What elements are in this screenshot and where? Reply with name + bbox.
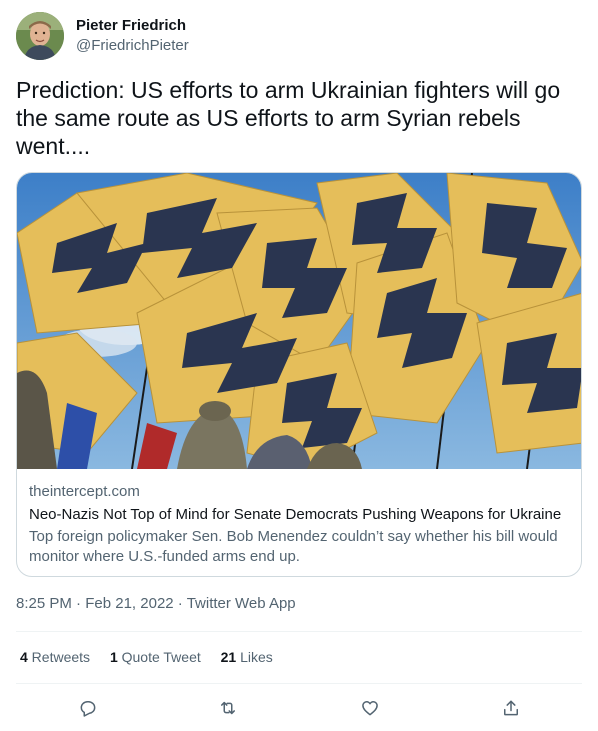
quote-tweets-stat[interactable]: 1 Quote Tweet <box>110 649 201 665</box>
share-button[interactable] <box>497 694 525 722</box>
link-card[interactable]: theintercept.com Neo-Nazis Not Top of Mi… <box>16 172 582 577</box>
tweet-time[interactable]: 8:25 PM <box>16 595 72 612</box>
card-body: theintercept.com Neo-Nazis Not Top of Mi… <box>29 482 574 567</box>
tweet-stats: 4 Retweets 1 Quote Tweet 21 Likes <box>20 648 289 666</box>
tweet-meta: 8:25 PM · Feb 21, 2022 · Twitter Web App <box>16 594 296 614</box>
retweets-label: Retweets <box>27 649 91 665</box>
like-button[interactable] <box>356 694 384 722</box>
like-icon <box>362 701 378 716</box>
card-description: Top foreign policymaker Sen. Bob Menende… <box>29 528 558 565</box>
meta-separator: · <box>173 595 187 612</box>
avatar[interactable] <box>16 12 64 60</box>
tweet-actions <box>16 694 582 722</box>
tweet-date[interactable]: Feb 21, 2022 <box>85 595 173 612</box>
tweet-header: Pieter Friedrich @FriedrichPieter <box>16 12 582 62</box>
author-display-name[interactable]: Pieter Friedrich <box>76 16 189 36</box>
retweets-count: 4 <box>20 649 28 665</box>
retweet-icon <box>221 701 235 715</box>
divider <box>16 631 582 632</box>
card-domain: theintercept.com <box>29 483 140 500</box>
card-title[interactable]: Neo-Nazis Not Top of Mind for Senate Dem… <box>29 505 574 525</box>
likes-stat[interactable]: 21 Likes <box>221 649 273 665</box>
retweets-stat[interactable]: 4 Retweets <box>20 649 90 665</box>
reply-icon <box>80 701 96 717</box>
likes-label: Likes <box>236 649 273 665</box>
quotes-label: Quote Tweet <box>117 649 201 665</box>
card-image[interactable] <box>17 173 581 469</box>
divider <box>16 683 582 684</box>
tweet-text: Prediction: US efforts to arm Ukrainian … <box>16 77 561 159</box>
meta-separator: · <box>71 595 86 612</box>
quotes-count: 1 <box>109 649 118 665</box>
reply-button[interactable] <box>74 694 102 722</box>
author-names: Pieter Friedrich @FriedrichPieter <box>76 16 189 56</box>
share-icon <box>504 700 518 716</box>
likes-count: 21 <box>220 649 237 665</box>
tweet-source[interactable]: Twitter Web App <box>187 595 296 612</box>
retweet-button[interactable] <box>214 694 242 722</box>
author-handle[interactable]: @FriedrichPieter <box>76 36 189 56</box>
